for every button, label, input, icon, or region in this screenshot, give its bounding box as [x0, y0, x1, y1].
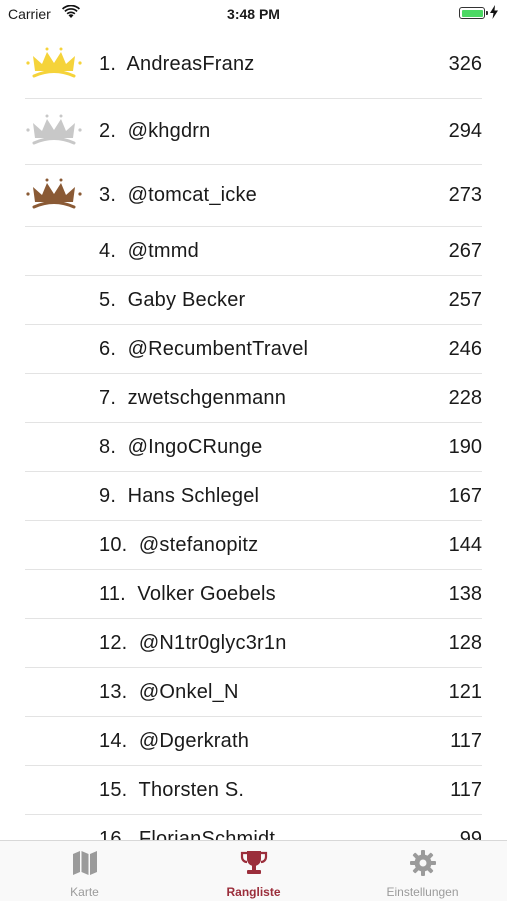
- tab-bar: Karte Rangliste Einstellungen: [0, 840, 507, 901]
- tab-label: Karte: [70, 885, 99, 899]
- player-score: 273: [448, 184, 482, 206]
- tab-rangliste[interactable]: Rangliste: [169, 841, 338, 901]
- player-score: 117: [450, 778, 482, 801]
- gear-icon: [410, 850, 436, 876]
- player-name: 12. @N1tr0glyc3r1n: [99, 631, 287, 654]
- player-name: 7. zwetschgenmann: [99, 386, 287, 409]
- player-name: 5. Gaby Becker: [99, 288, 246, 311]
- leaderboard-row[interactable]: 7. zwetschgenmann 228: [25, 374, 482, 423]
- player-name: 15. Thorsten S.: [99, 778, 245, 801]
- player-name: 1. AndreasFranz: [99, 52, 255, 75]
- silver-crown-icon: [26, 114, 82, 145]
- leaderboard-row[interactable]: 6. @RecumbentTravel 246: [25, 325, 482, 374]
- player-name: 13. @Onkel_N: [99, 680, 239, 703]
- tab-label: Rangliste: [226, 885, 281, 899]
- leaderboard-list[interactable]: 1. AndreasFranz 326 2. @khgdrn 294 3. @tomca…: [0, 30, 507, 840]
- tab-karte[interactable]: Karte: [0, 841, 169, 901]
- player-name: 14. @Dgerkrath: [99, 729, 250, 752]
- player-score: 117: [450, 729, 482, 752]
- player-score: 99: [459, 827, 482, 841]
- map-icon: [73, 851, 97, 875]
- player-score: 246: [448, 337, 482, 360]
- leaderboard-row[interactable]: 9. Hans Schlegel 167: [25, 472, 482, 521]
- leaderboard-row[interactable]: 15. Thorsten S. 117: [25, 766, 482, 815]
- player-name: 10. @stefanopitz: [99, 533, 259, 556]
- player-score: 128: [448, 631, 482, 654]
- tab-einstellungen[interactable]: Einstellungen: [338, 841, 507, 901]
- player-name: 9. Hans Schlegel: [99, 484, 260, 507]
- player-score: 257: [448, 288, 482, 311]
- leaderboard-row[interactable]: 12. @N1tr0glyc3r1n 128: [25, 619, 482, 668]
- battery-icon: [459, 7, 488, 19]
- leaderboard-row[interactable]: 10. @stefanopitz 144: [25, 521, 482, 570]
- player-score: 167: [448, 484, 482, 507]
- leaderboard-row[interactable]: 2. @khgdrn 294: [25, 99, 482, 165]
- player-name: 6. @RecumbentTravel: [99, 337, 309, 360]
- leaderboard-row[interactable]: 14. @Dgerkrath 117: [25, 717, 482, 766]
- bronze-crown-icon: [26, 178, 82, 209]
- leaderboard-row[interactable]: 8. @IngoCRunge 190: [25, 423, 482, 472]
- charging-icon: [490, 5, 498, 19]
- leaderboard-row[interactable]: 3. @tomcat_icke 273: [25, 165, 482, 227]
- player-name: 11. Volker Goebels: [99, 582, 276, 605]
- player-score: 326: [448, 52, 482, 75]
- player-name: 3. @tomcat_icke: [99, 184, 258, 206]
- status-bar: Carrier 3:48 PM: [0, 0, 507, 30]
- leaderboard-row[interactable]: 11. Volker Goebels 138: [25, 570, 482, 619]
- player-score: 121: [448, 680, 482, 703]
- trophy-icon: [240, 851, 268, 874]
- leaderboard-row[interactable]: 1. AndreasFranz 326: [25, 30, 482, 99]
- leaderboard-row[interactable]: 4. @tmmd 267: [25, 227, 482, 276]
- leaderboard-row[interactable]: 5. Gaby Becker 257: [25, 276, 482, 325]
- player-name: 2. @khgdrn: [99, 120, 211, 142]
- leaderboard-row[interactable]: 13. @Onkel_N 121: [25, 668, 482, 717]
- player-score: 144: [448, 533, 482, 556]
- player-score: 138: [448, 582, 482, 605]
- player-score: 267: [448, 239, 482, 262]
- player-name: 16. FlorianSchmidt: [99, 827, 276, 841]
- player-score: 190: [448, 435, 482, 458]
- player-name: 8. @IngoCRunge: [99, 435, 263, 458]
- tab-label: Einstellungen: [386, 885, 459, 899]
- gold-crown-icon: [26, 47, 82, 77]
- clock: 3:48 PM: [227, 6, 280, 22]
- player-name: 4. @tmmd: [99, 239, 199, 262]
- player-score: 294: [448, 120, 482, 142]
- leaderboard-row[interactable]: 16. FlorianSchmidt 99: [25, 815, 482, 841]
- player-score: 228: [448, 386, 482, 409]
